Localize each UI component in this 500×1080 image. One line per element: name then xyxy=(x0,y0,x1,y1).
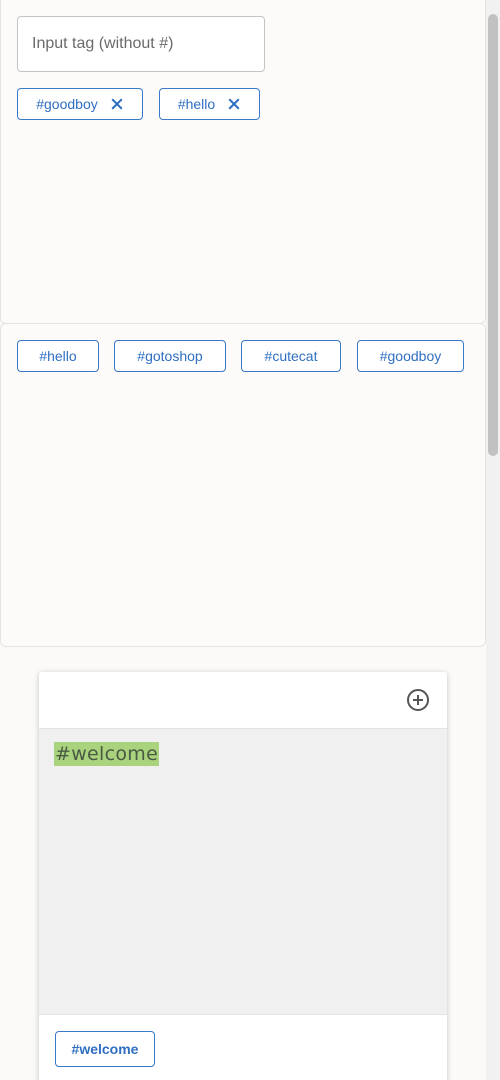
tag-input-panel: #goodboy #hello xyxy=(0,0,486,324)
suggested-tags-panel: #hello #gotoshop #cutecat #goodboy xyxy=(0,323,486,647)
suggested-tag-chip[interactable]: #cutecat xyxy=(241,340,341,372)
suggested-tag-chip[interactable]: #hello xyxy=(17,340,99,372)
selected-tag-chip[interactable]: #hello xyxy=(159,88,260,120)
selected-tag-chip[interactable]: #goodboy xyxy=(17,88,143,120)
tag-input[interactable] xyxy=(17,16,265,72)
page: #goodboy #hello #hello #gotoshop #cuteca… xyxy=(0,0,500,1080)
suggested-tag-label: #gotoshop xyxy=(137,348,203,364)
remove-tag-icon[interactable] xyxy=(227,97,241,111)
scrollbar-thumb[interactable] xyxy=(488,14,498,456)
remove-tag-icon[interactable] xyxy=(110,97,124,111)
post-editor[interactable]: #welcome xyxy=(39,729,447,1015)
suggested-tag-label: #hello xyxy=(39,348,77,364)
suggested-tag-label: #goodboy xyxy=(379,348,442,364)
hashtag-highlight: #welcome xyxy=(54,742,160,766)
scrollbar[interactable] xyxy=(486,0,500,1080)
suggested-tag-label: #cutecat xyxy=(264,348,318,364)
suggested-tag-chip[interactable]: #gotoshop xyxy=(114,340,226,372)
add-circle-icon[interactable] xyxy=(407,689,429,711)
selected-tag-label: #goodboy xyxy=(36,96,98,112)
card-header xyxy=(39,672,447,729)
selected-tag-label: #hello xyxy=(177,96,216,112)
post-card: #welcome #welcome xyxy=(39,672,447,1080)
suggested-tag-chip[interactable]: #goodboy xyxy=(357,340,464,372)
footer-tag-button[interactable]: #welcome xyxy=(55,1031,155,1067)
